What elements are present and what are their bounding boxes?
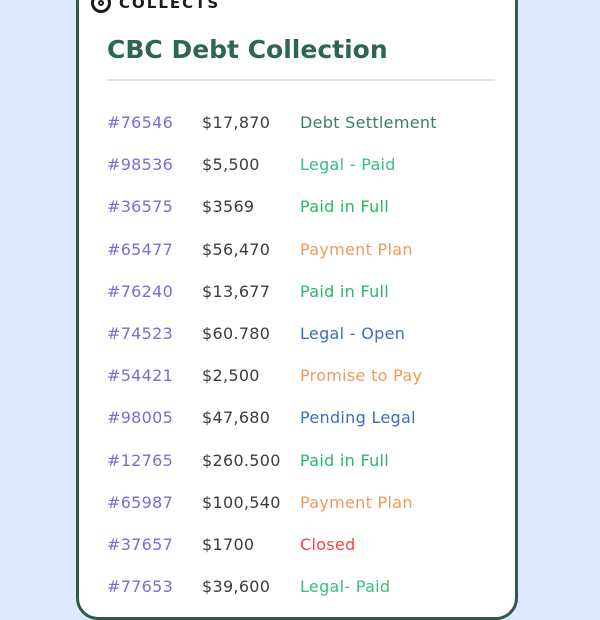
title-divider	[107, 79, 495, 81]
account-id[interactable]: #54421	[107, 366, 202, 385]
account-amount: $47,680	[202, 408, 271, 428]
account-status: Legal - Open	[300, 323, 406, 343]
account-id[interactable]: #65477	[107, 240, 202, 259]
account-amount: $56,470	[202, 239, 271, 259]
account-amount: $100,540	[202, 492, 281, 512]
account-amount: $1700	[202, 534, 255, 554]
account-row[interactable]: #36575 $3569 Paid in Full	[107, 197, 507, 239]
account-amount: $39,600	[202, 577, 271, 597]
account-status: Paid in Full	[300, 281, 390, 301]
account-row[interactable]: #76546 $17,870 Debt Settlement	[107, 113, 507, 155]
account-row[interactable]: #54421 $2,500 Promise to Pay	[107, 366, 507, 408]
account-amount: $5,500	[202, 155, 260, 175]
account-row[interactable]: #76240 $13,677 Paid in Full	[107, 282, 507, 324]
account-amount: $3569	[202, 197, 255, 217]
account-status: Payment Plan	[300, 239, 413, 259]
account-status: Pending Legal	[300, 408, 416, 428]
logo-icon	[91, 0, 111, 13]
account-amount: $13,677	[202, 281, 271, 301]
account-id[interactable]: #36575	[107, 197, 202, 216]
account-amount: $260.500	[202, 450, 281, 470]
account-status: Legal - Paid	[300, 155, 396, 175]
account-row[interactable]: #98005 $47,680 Pending Legal	[107, 408, 507, 450]
account-id[interactable]: #98005	[107, 408, 202, 427]
account-row[interactable]: #65477 $56,470 Payment Plan	[107, 240, 507, 282]
account-id[interactable]: #74523	[107, 324, 202, 343]
account-status: Legal- Paid	[300, 577, 391, 597]
account-amount: $17,870	[202, 113, 271, 132]
account-row[interactable]: #37657 $1700 Closed	[107, 535, 507, 577]
account-status: Payment Plan	[300, 492, 413, 512]
app-header: COLLECTS	[91, 0, 220, 13]
account-list: #76546 $17,870 Debt Settlement #98536 $5,500…	[107, 113, 507, 617]
account-row[interactable]: #74523 $60.780 Legal - Open	[107, 324, 507, 366]
account-status: Paid in Full	[300, 450, 390, 470]
page-title: CBC Debt Collection	[107, 35, 388, 64]
account-status: Promise to Pay	[300, 366, 423, 386]
account-id[interactable]: #77653	[107, 577, 202, 596]
account-id[interactable]: #12765	[107, 451, 202, 470]
account-id[interactable]: #37657	[107, 535, 202, 554]
account-row[interactable]: #65987 $100,540 Payment Plan	[107, 493, 507, 535]
phone-frame: COLLECTS CBC Debt Collection #76546 $17,8…	[76, 0, 518, 620]
account-status: Debt Settlement	[300, 113, 437, 132]
account-id[interactable]: #76240	[107, 282, 202, 301]
account-status: Paid in Full	[300, 197, 390, 217]
account-status: Closed	[300, 534, 356, 554]
account-amount: $2,500	[202, 366, 260, 386]
account-row[interactable]: #12765 $260.500 Paid in Full	[107, 451, 507, 493]
account-row[interactable]: #98536 $5,500 Legal - Paid	[107, 155, 507, 197]
app-name: COLLECTS	[119, 0, 221, 12]
account-amount: $60.780	[202, 323, 271, 343]
account-id[interactable]: #98536	[107, 155, 202, 174]
account-id[interactable]: #76546	[107, 113, 202, 132]
account-id[interactable]: #65987	[107, 493, 202, 512]
account-row[interactable]: #77653 $39,600 Legal- Paid	[107, 577, 507, 617]
